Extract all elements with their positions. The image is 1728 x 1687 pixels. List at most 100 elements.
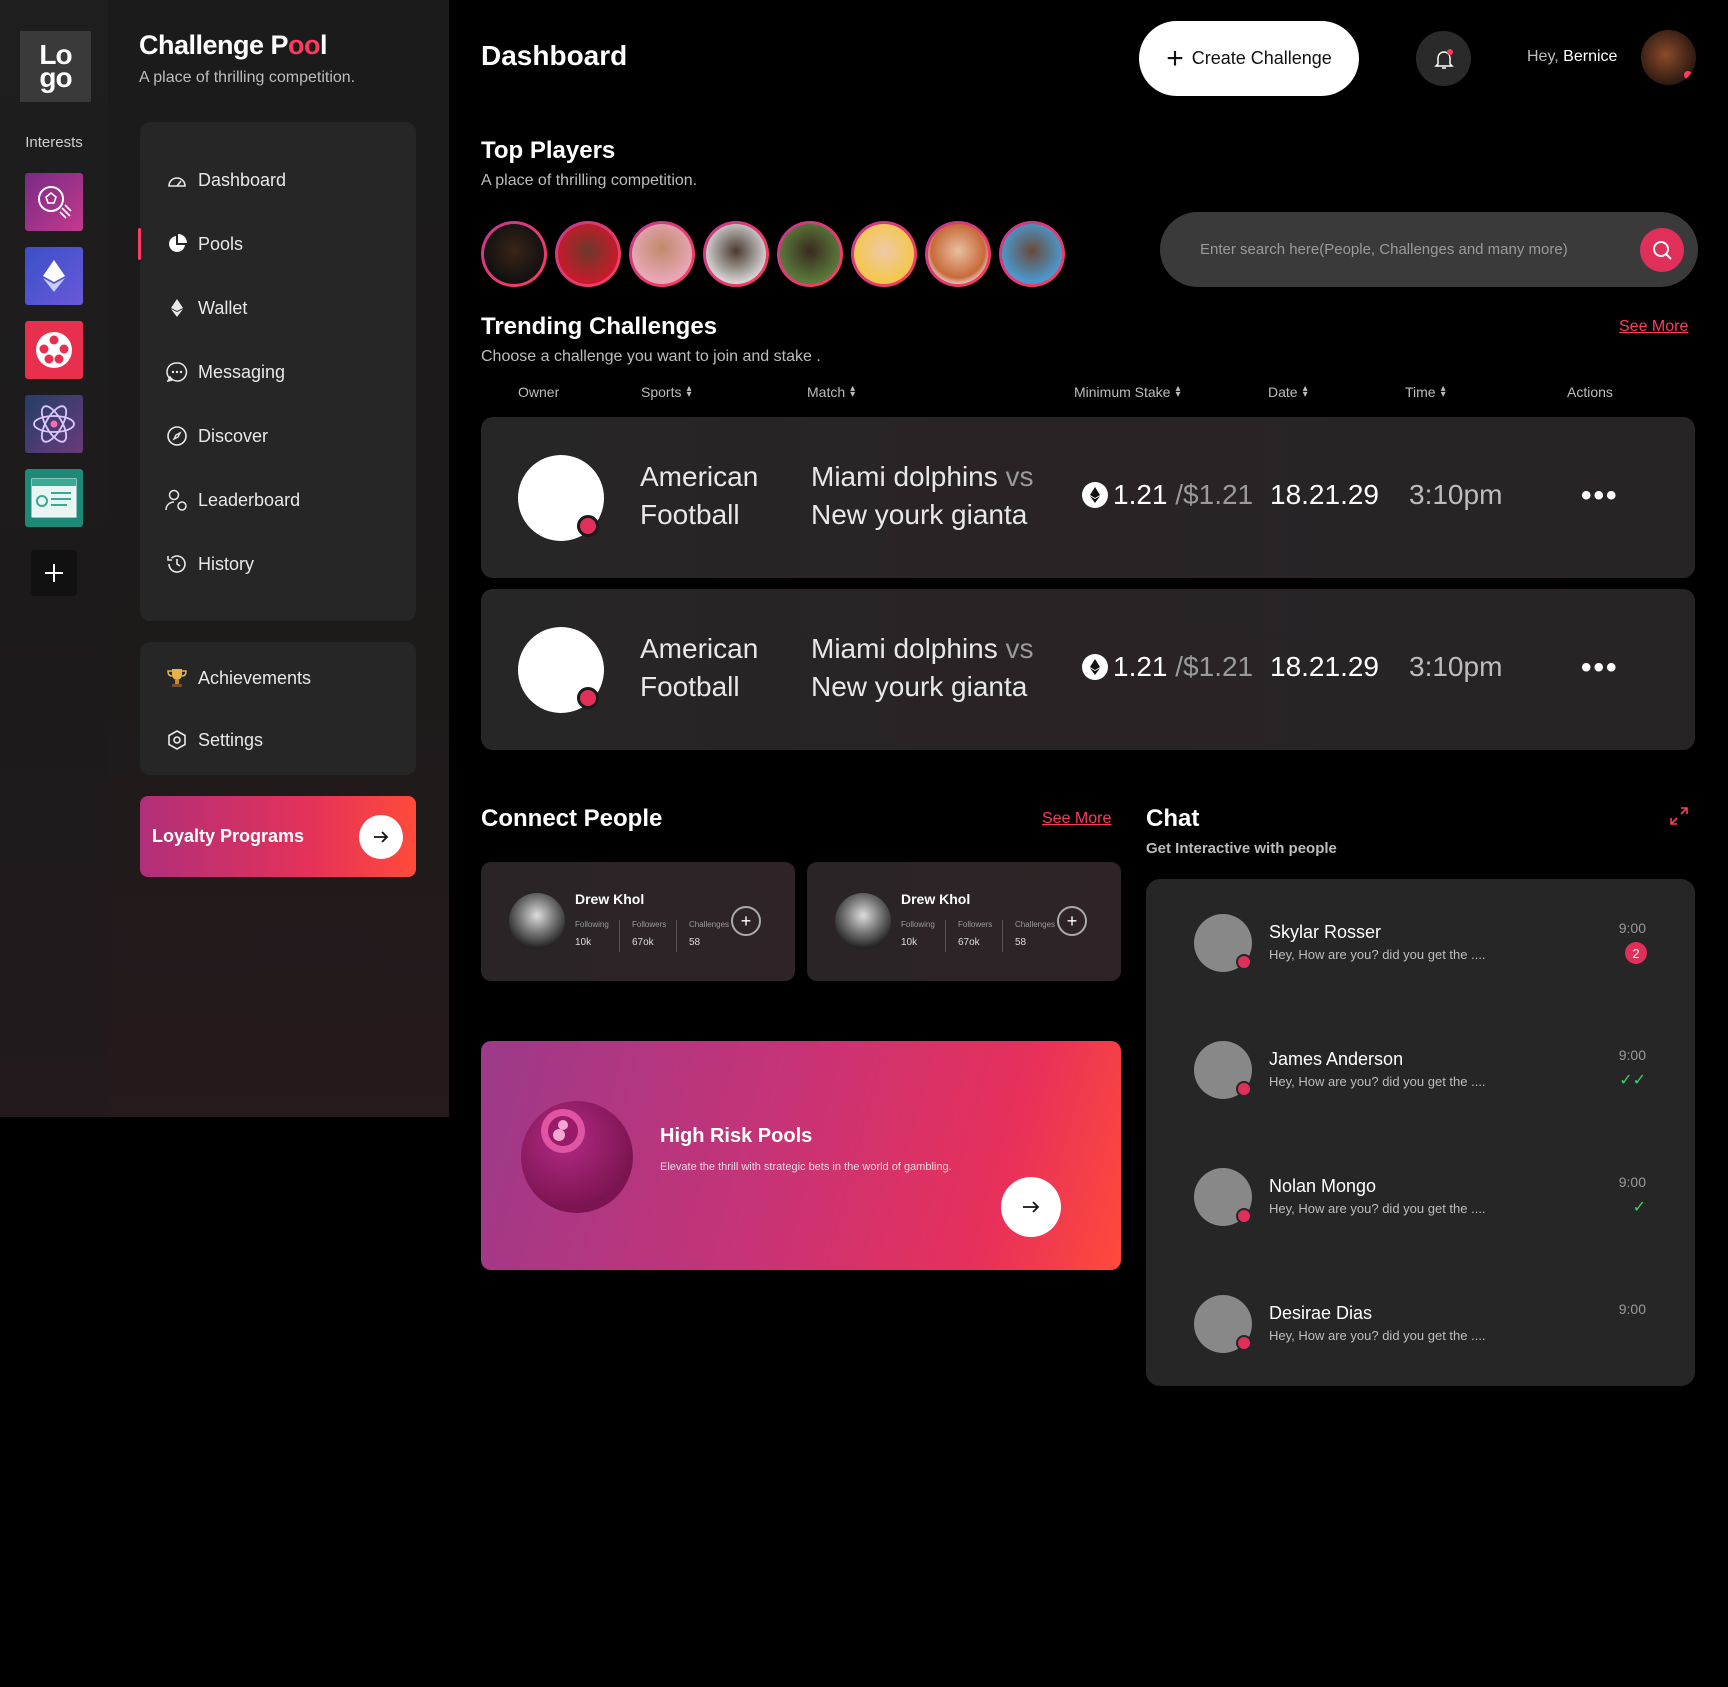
more-actions-button[interactable]: ••• [1581,651,1619,685]
ethereum-icon[interactable] [25,247,83,305]
logo[interactable]: Lo go [20,31,91,102]
search-button[interactable] [1640,228,1684,272]
chat-name: Nolan Mongo [1269,1176,1377,1196]
pie-chart-icon [165,232,189,256]
chat-time: 9:00 [1618,1047,1646,1063]
player-avatar[interactable] [629,221,695,287]
top-players-title: Top Players [481,137,616,164]
expand-icon[interactable] [1670,807,1688,830]
nav-item-discover[interactable]: Discover [140,414,416,458]
create-challenge-button[interactable]: + Create Challenge [1139,21,1359,96]
add-person-button[interactable]: + [731,906,761,936]
stat-divider [945,920,946,952]
stat-label: Following [575,920,609,929]
add-interest-button[interactable] [31,550,77,596]
chat-item[interactable]: Skylar Rosser Hey, How are you? did you … [1146,908,1695,978]
user-avatar[interactable] [1641,30,1696,85]
column-minimum-stake[interactable]: Minimum Stake ▴ ▾ [1074,384,1181,401]
nav-item-messaging[interactable]: Messaging [140,350,416,394]
plus-icon [45,564,63,582]
column-actions: Actions [1567,384,1613,400]
notification-button[interactable] [1416,31,1471,86]
player-avatar[interactable] [777,221,843,287]
nav-label: Settings [198,729,264,750]
loyalty-programs-button[interactable]: Loyalty Programs [140,796,416,877]
nav-item-achievements[interactable]: Achievements [140,656,416,700]
more-actions-button[interactable]: ••• [1581,479,1619,513]
trending-see-more-link[interactable]: See More [1619,318,1688,336]
column-match[interactable]: Match ▴ ▾ [807,384,855,401]
chat-item[interactable]: James Anderson Hey, How are you? did you… [1146,1035,1695,1105]
nav-item-leaderboard[interactable]: Leaderboard [140,478,416,522]
player-avatar[interactable] [851,221,917,287]
sort-icon: ▴ ▾ [1440,383,1446,400]
high-risk-title: High Risk Pools [660,1125,813,1147]
chat-subtitle: Get Interactive with people [1146,840,1337,857]
ethereum-icon [165,296,189,320]
player-avatar[interactable] [481,221,547,287]
nav-item-pools[interactable]: Pools [138,222,416,266]
gauge-icon [165,168,189,192]
nav-label: Wallet [198,297,248,318]
chat-item[interactable]: Nolan Mongo Hey, How are you? did you ge… [1146,1162,1695,1232]
connect-see-more-link[interactable]: See More [1042,810,1111,828]
chat-avatar [1194,1041,1252,1099]
nav-label: Messaging [198,361,286,382]
player-avatar[interactable] [999,221,1065,287]
stat-divider [676,920,677,952]
chat-name: Desirae Dias [1269,1303,1373,1323]
challenge-date: 18.21.29 [1270,479,1379,510]
player-avatar[interactable] [555,221,621,287]
chat-item[interactable]: Desirae Dias Hey, How are you? did you g… [1146,1289,1695,1359]
film-reel-icon[interactable] [25,321,83,379]
atom-icon[interactable] [25,395,83,453]
challenge-time: 3:10pm [1409,651,1503,682]
trending-title: Trending Challenges [481,313,718,340]
add-person-button[interactable]: + [1057,906,1087,936]
high-risk-pools-card[interactable]: High Risk Pools Elevate the thrill with … [481,1041,1121,1270]
chat-time: 9:00 [1618,1301,1646,1317]
chat-message: Hey, How are you? did you get the .... [1269,1328,1486,1343]
soccer-ball-icon[interactable] [25,173,83,231]
column-sports[interactable]: Sports ▴ ▾ [641,384,692,401]
search-input[interactable] [1200,212,1620,287]
stat-label: Following [901,920,935,929]
app-title: Challenge Pool [139,30,328,60]
sport-name: American Football [640,461,759,530]
player-avatar[interactable] [925,221,991,287]
challenge-row[interactable]: American Football Miami dolphins vs New yo… [481,589,1695,750]
nav-label: History [198,553,255,574]
nav-item-settings[interactable]: Settings [140,718,416,762]
stat-label: Challenges [1015,920,1056,929]
nav-item-dashboard[interactable]: Dashboard [140,158,416,202]
nav-item-wallet[interactable]: Wallet [140,286,416,330]
person-card[interactable]: Drew Khol Following 10k Followers 67ok C… [481,862,795,981]
column-time[interactable]: Time ▴ ▾ [1405,383,1446,401]
owner-avatar[interactable] [518,627,604,713]
page-title: Dashboard [481,40,628,71]
stat-value: 58 [689,937,701,948]
unread-badge: 2 [1625,942,1647,964]
connect-people-title: Connect People [481,805,663,832]
column-date[interactable]: Date ▴ ▾ [1268,384,1308,401]
logo-text-2: go [39,61,72,93]
app-subtitle: A place of thrilling competition. [139,69,356,86]
owner-avatar[interactable] [518,455,604,541]
stat-divider [1002,920,1003,952]
nav-label: Achievements [198,667,312,688]
challenge-row[interactable]: American Football Miami dolphins vs New yo… [481,417,1695,578]
stat-value: 67ok [632,937,654,948]
sport-name: American Football [640,633,759,702]
chat-name: James Anderson [1269,1049,1404,1069]
person-card[interactable]: Drew Khol Following 10k Followers 67ok C… [807,862,1121,981]
player-avatar[interactable] [703,221,769,287]
chat-avatar [1194,914,1252,972]
certificate-icon[interactable] [25,469,83,527]
high-risk-arrow-button[interactable] [1001,1177,1061,1237]
plus-icon: + [1166,41,1184,75]
nav-item-history[interactable]: History [140,542,416,586]
stat-label: Challenges [689,920,730,929]
stat-value: 58 [1015,937,1027,948]
challenge-time: 3:10pm [1409,479,1503,510]
arrow-right-icon [1023,1201,1040,1213]
